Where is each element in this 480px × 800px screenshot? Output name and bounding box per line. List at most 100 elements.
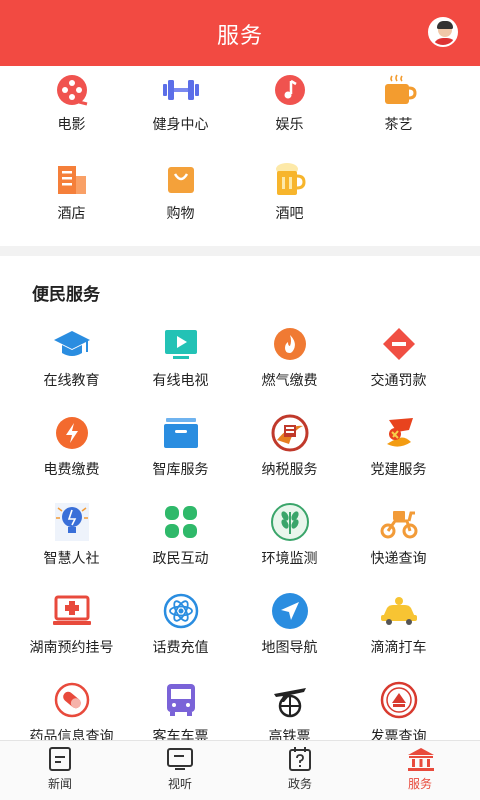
music-note-icon <box>270 70 310 110</box>
service-label: 健身中心 <box>152 117 209 133</box>
service-item-invoice-query[interactable]: 发票查询 <box>344 680 453 740</box>
service-label: 发票查询 <box>370 729 427 740</box>
service-label: 快递查询 <box>370 551 427 567</box>
tv-icon <box>167 747 193 771</box>
service-item-smart-hr[interactable]: 智慧人社 <box>17 502 126 591</box>
leaf-emblem-icon <box>270 502 310 542</box>
service-item-tea[interactable]: 茶艺 <box>344 66 453 155</box>
service-item-party-building[interactable]: 党建服务 <box>344 413 453 502</box>
service-item-express-tracking[interactable]: 快递查询 <box>344 502 453 591</box>
tab-label: 新闻 <box>47 777 72 791</box>
service-label: 湖南预约挂号 <box>29 640 114 656</box>
service-label: 政民互动 <box>152 551 209 567</box>
party-emblem-icon <box>379 413 419 453</box>
tab-news[interactable]: 新闻 <box>0 741 120 800</box>
convenience-grid: 在线教育 有线电视 燃气缴费 交通罚款 电费缴费 智库服务 纳税服务 党建服务 … <box>0 324 480 740</box>
dumbbell-icon <box>161 70 201 110</box>
service-label: 药品信息查询 <box>29 729 114 740</box>
service-label: 购物 <box>166 206 195 222</box>
seal-icon <box>379 680 419 720</box>
no-entry-icon <box>379 324 419 364</box>
service-item-citizen-interaction[interactable]: 政民互动 <box>126 502 235 591</box>
tv-play-icon <box>161 324 201 364</box>
service-item-think-tank[interactable]: 智库服务 <box>126 413 235 502</box>
service-label: 党建服务 <box>370 462 427 478</box>
lightning-icon <box>52 413 92 453</box>
service-item-map-navigation[interactable]: 地图导航 <box>235 591 344 680</box>
service-label: 地图导航 <box>261 640 318 656</box>
service-label: 酒店 <box>57 206 86 222</box>
service-item-gym[interactable]: 健身中心 <box>126 66 235 155</box>
service-label: 电影 <box>57 117 86 133</box>
tax-emblem-icon <box>270 413 310 453</box>
plane-globe-icon <box>270 680 310 720</box>
service-item-hospital-booking[interactable]: 湖南预约挂号 <box>17 591 126 680</box>
service-label: 高铁票 <box>268 729 311 740</box>
film-icon <box>52 70 92 110</box>
service-label: 智慧人社 <box>43 551 100 567</box>
service-item-online-education[interactable]: 在线教育 <box>17 324 126 413</box>
hotel-icon <box>52 159 92 199</box>
service-label: 燃气缴费 <box>261 373 318 389</box>
tab-label: 视听 <box>167 777 192 791</box>
tab-government-affairs[interactable]: 政务 <box>240 741 360 800</box>
navigation-arrow-icon <box>270 591 310 631</box>
service-item-high-speed-rail[interactable]: 高铁票 <box>235 680 344 740</box>
service-item-gas-payment[interactable]: 燃气缴费 <box>235 324 344 413</box>
clover-icon <box>161 502 201 542</box>
avatar[interactable] <box>428 17 458 47</box>
tab-media[interactable]: 视听 <box>120 741 240 800</box>
service-item-cable-tv[interactable]: 有线电视 <box>126 324 235 413</box>
service-item-entertainment[interactable]: 娱乐 <box>235 66 344 155</box>
service-label: 茶艺 <box>384 117 413 133</box>
calendar-question-icon <box>287 747 313 771</box>
bottom-tab-bar: 新闻 视听 政务 服务 <box>0 740 480 800</box>
page-title: 服务 <box>216 24 263 49</box>
service-item-drug-info[interactable]: 药品信息查询 <box>17 680 126 740</box>
top-bar: 服务 <box>0 0 480 66</box>
service-item-didi-taxi[interactable]: 滴滴打车 <box>344 591 453 680</box>
service-label: 有线电视 <box>152 373 209 389</box>
service-label: 在线教育 <box>43 373 100 389</box>
service-item-bar[interactable]: 酒吧 <box>235 155 344 244</box>
scooter-icon <box>379 502 419 542</box>
service-label: 电费缴费 <box>43 462 100 478</box>
service-item-shopping[interactable]: 购物 <box>126 155 235 244</box>
atom-icon <box>161 591 201 631</box>
beer-icon <box>270 159 310 199</box>
smart-bulb-icon <box>52 502 92 542</box>
service-item-bus-ticket[interactable]: 客车车票 <box>126 680 235 740</box>
taxi-icon <box>379 591 419 631</box>
tab-label: 服务 <box>407 777 432 791</box>
tab-services[interactable]: 服务 <box>360 741 480 800</box>
service-label: 客车车票 <box>152 729 209 740</box>
bus-icon <box>161 680 201 720</box>
pill-icon <box>52 680 92 720</box>
service-label: 环境监测 <box>261 551 318 567</box>
service-label: 话费充值 <box>152 640 209 656</box>
service-item-traffic-fine[interactable]: 交通罚款 <box>344 324 453 413</box>
graduation-cap-icon <box>52 324 92 364</box>
news-icon <box>47 747 73 771</box>
service-item-tax[interactable]: 纳税服务 <box>235 413 344 502</box>
tab-label: 政务 <box>287 777 312 791</box>
entertainment-section: 电影 健身中心 娱乐 茶艺 酒店 购物 酒吧 <box>0 66 480 246</box>
entertainment-grid: 电影 健身中心 娱乐 茶艺 酒店 购物 酒吧 <box>0 66 480 244</box>
service-label: 交通罚款 <box>370 373 427 389</box>
service-item-environment-monitoring[interactable]: 环境监测 <box>235 502 344 591</box>
service-label: 纳税服务 <box>261 462 318 478</box>
service-item-hotel[interactable]: 酒店 <box>17 155 126 244</box>
medical-laptop-icon <box>52 591 92 631</box>
service-item-electricity-payment[interactable]: 电费缴费 <box>17 413 126 502</box>
service-item-phone-recharge[interactable]: 话费充值 <box>126 591 235 680</box>
service-label: 滴滴打车 <box>370 640 427 656</box>
section-title: 便民服务 <box>32 285 100 305</box>
service-label: 酒吧 <box>275 206 304 222</box>
convenience-section: 便民服务 在线教育 有线电视 燃气缴费 交通罚款 电费缴费 智库服务 纳税服务 … <box>0 256 480 740</box>
flame-icon <box>270 324 310 364</box>
shopping-bag-icon <box>161 159 201 199</box>
service-item-movie[interactable]: 电影 <box>17 66 126 155</box>
archive-box-icon <box>161 413 201 453</box>
service-label: 智库服务 <box>152 462 209 478</box>
tea-cup-icon <box>379 70 419 110</box>
